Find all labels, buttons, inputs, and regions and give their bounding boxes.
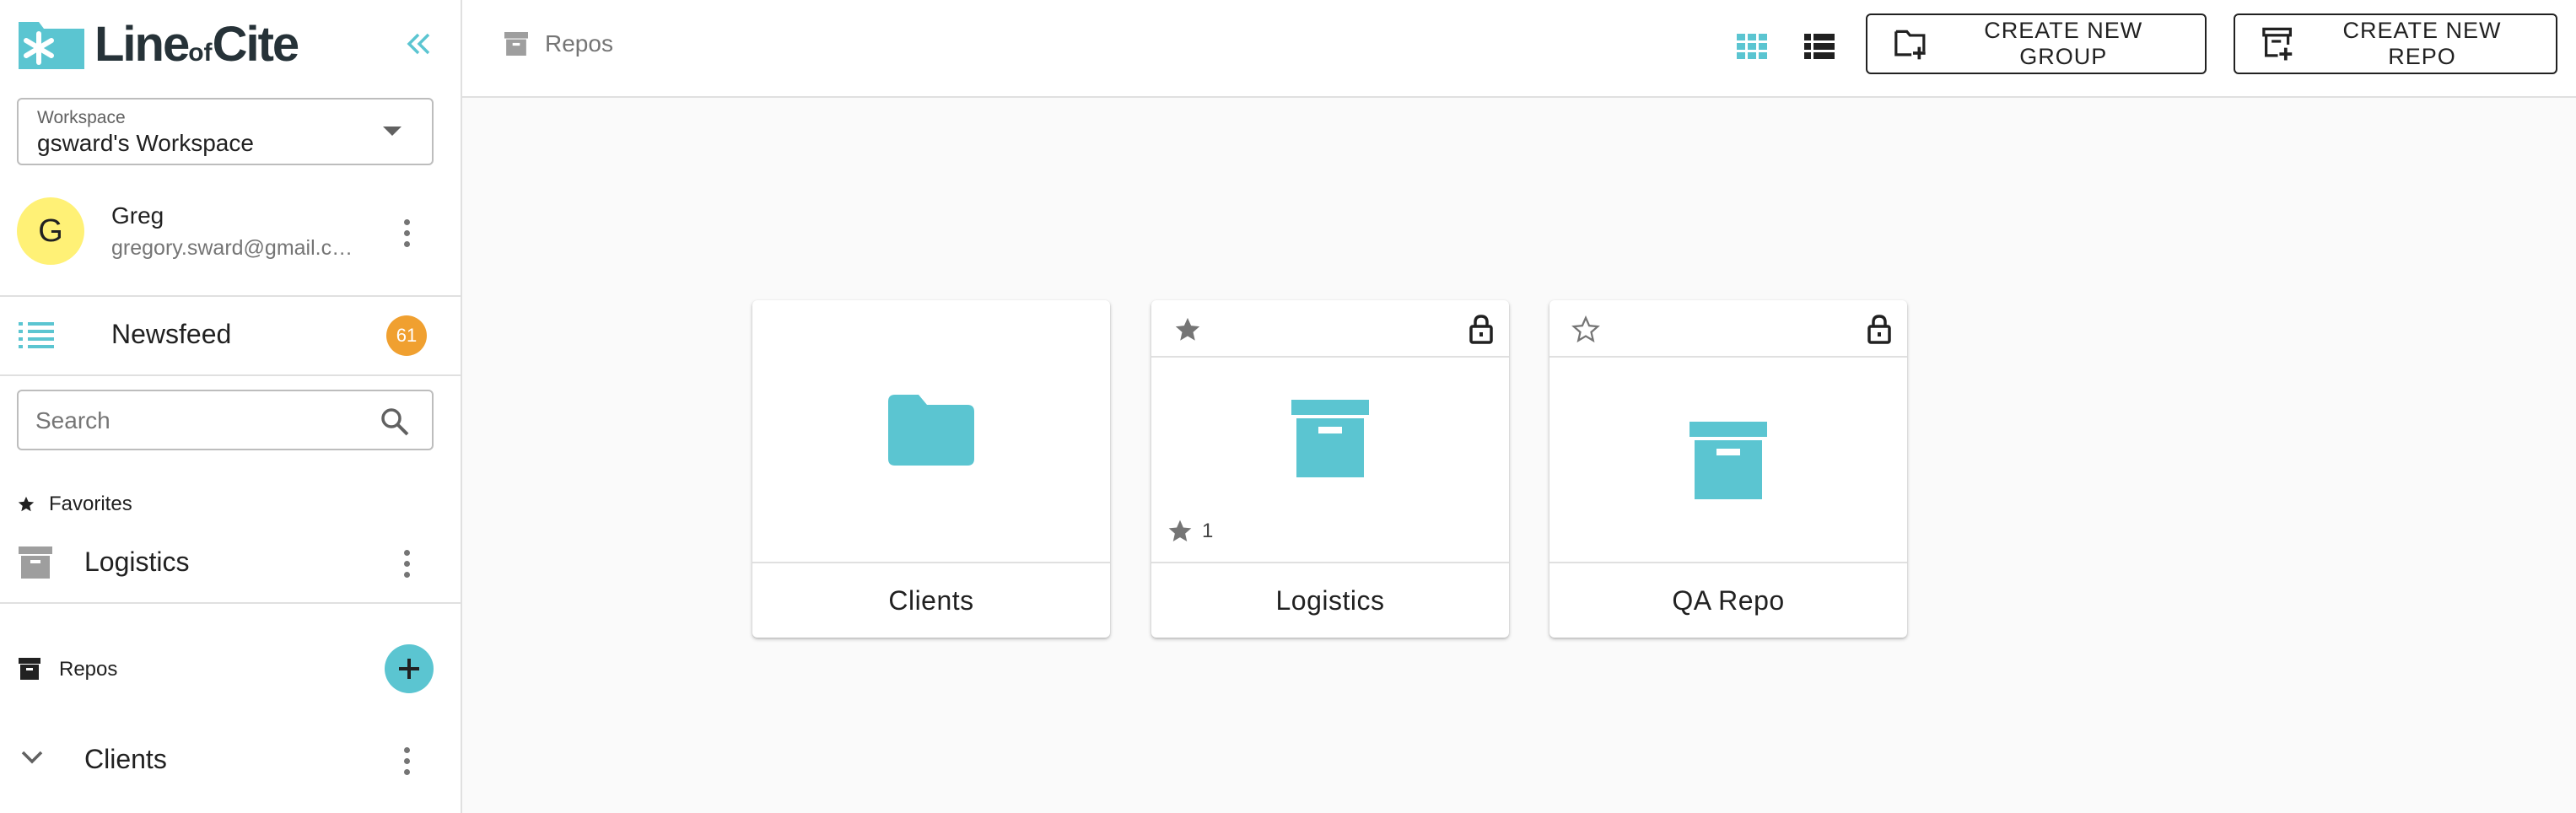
repos-title: Repos bbox=[59, 658, 118, 681]
newsfeed-count-badge: 61 bbox=[386, 315, 427, 356]
repo-tree-item-label: Clients bbox=[84, 744, 167, 774]
create-new-repo-label: CREATE NEW REPO bbox=[2342, 18, 2502, 69]
lock-icon bbox=[1867, 315, 1891, 344]
favorite-item-logistics[interactable]: Logistics bbox=[0, 536, 461, 589]
divider bbox=[0, 602, 461, 604]
user-profile: G Greg gregory.sward@gmail.com bbox=[0, 184, 461, 283]
divider bbox=[0, 374, 461, 376]
user-email: gregory.sward@gmail.com bbox=[111, 236, 356, 260]
workspace-select[interactable]: Workspace gsward's Workspace bbox=[17, 98, 434, 165]
star-count: 1 bbox=[1167, 518, 1213, 545]
collapse-sidebar-button[interactable] bbox=[400, 25, 437, 62]
kebab-dot bbox=[403, 571, 410, 578]
user-name: Greg bbox=[111, 202, 164, 229]
kebab-dot bbox=[403, 768, 410, 775]
list-icon bbox=[19, 322, 54, 348]
search-icon[interactable] bbox=[380, 406, 410, 437]
kebab-dot bbox=[403, 549, 410, 556]
app-logo[interactable]: LineofCite bbox=[17, 17, 300, 73]
kebab-dot bbox=[403, 240, 410, 247]
archive-box-icon bbox=[1689, 422, 1767, 499]
breadcrumb-repos[interactable]: Repos bbox=[545, 30, 613, 57]
repo-tree-item-clients[interactable]: Clients bbox=[0, 734, 461, 786]
avatar[interactable]: G bbox=[17, 197, 84, 265]
card-header bbox=[1549, 300, 1907, 358]
folder-icon bbox=[888, 395, 974, 466]
workspace-label: Workspace bbox=[37, 108, 126, 127]
star-icon bbox=[1168, 520, 1192, 541]
card-title: QA Repo bbox=[1549, 562, 1907, 638]
card-header bbox=[1151, 300, 1509, 358]
caret-down-icon bbox=[383, 127, 401, 136]
card-title: Clients bbox=[752, 562, 1110, 638]
favorite-item-label: Logistics bbox=[84, 546, 190, 577]
newsfeed-label: Newsfeed bbox=[111, 319, 232, 349]
kebab-dot bbox=[403, 229, 410, 236]
logo-word-line: Line bbox=[94, 17, 190, 72]
list-view-button[interactable] bbox=[1798, 25, 1840, 67]
favorites-header: Favorites bbox=[17, 493, 132, 516]
archive-box-icon bbox=[19, 546, 52, 579]
create-new-group-button[interactable]: CREATE NEW GROUP bbox=[1866, 13, 2207, 74]
grid-view-button[interactable] bbox=[1731, 25, 1773, 67]
repo-tree-item-menu-button[interactable] bbox=[390, 735, 423, 786]
group-card-clients[interactable]: Clients bbox=[752, 300, 1110, 638]
logo-word-of: of bbox=[188, 39, 213, 67]
user-menu-button[interactable] bbox=[390, 207, 423, 258]
favorites-title: Favorites bbox=[49, 493, 132, 515]
archive-box-icon bbox=[19, 658, 40, 680]
archive-box-icon bbox=[504, 32, 528, 56]
grid-icon bbox=[1737, 34, 1767, 59]
repo-card-qa-repo[interactable]: QA Repo bbox=[1549, 300, 1907, 638]
chevron-down-icon[interactable] bbox=[20, 749, 44, 766]
kebab-dot bbox=[403, 757, 410, 764]
double-chevron-left-icon bbox=[407, 33, 430, 55]
add-folder-icon bbox=[1894, 30, 1926, 60]
star-filled-icon[interactable] bbox=[1173, 315, 1202, 344]
kebab-dot bbox=[403, 218, 410, 225]
add-archive-icon bbox=[2262, 27, 2293, 61]
create-new-repo-button[interactable]: CREATE NEW REPO bbox=[2234, 13, 2557, 74]
star-icon bbox=[18, 496, 35, 512]
create-new-group-label: CREATE NEW GROUP bbox=[1984, 18, 2143, 69]
sidebar: LineofCite Workspace gsward's Workspace … bbox=[0, 0, 462, 813]
logo-folder-icon bbox=[17, 19, 86, 71]
workspace-value: gsward's Workspace bbox=[37, 130, 254, 156]
lock-icon bbox=[1469, 315, 1493, 344]
logo-wordmark: LineofCite bbox=[94, 17, 300, 72]
newsfeed-link[interactable]: Newsfeed 61 bbox=[0, 299, 461, 371]
breadcrumb: Repos bbox=[504, 30, 613, 57]
add-repo-button[interactable] bbox=[385, 644, 434, 693]
divider bbox=[0, 295, 461, 297]
sidebar-search bbox=[17, 390, 434, 450]
archive-box-icon bbox=[1291, 400, 1369, 477]
top-bar: Repos CREATE NEW GROUP CREATE NEW REPO bbox=[462, 0, 2576, 98]
star-count-value: 1 bbox=[1202, 520, 1214, 542]
list-view-icon bbox=[1804, 34, 1835, 59]
kebab-dot bbox=[403, 560, 410, 567]
kebab-dot bbox=[403, 746, 410, 753]
favorite-item-menu-button[interactable] bbox=[390, 538, 423, 589]
repos-header: Repos bbox=[0, 641, 461, 697]
repo-card-logistics[interactable]: 1 Logistics bbox=[1151, 300, 1509, 638]
card-title: Logistics bbox=[1151, 562, 1509, 638]
star-outline-icon[interactable] bbox=[1571, 315, 1600, 344]
search-input[interactable] bbox=[35, 405, 356, 437]
logo-word-cite: Cite bbox=[212, 17, 300, 72]
plus-icon bbox=[399, 659, 419, 679]
